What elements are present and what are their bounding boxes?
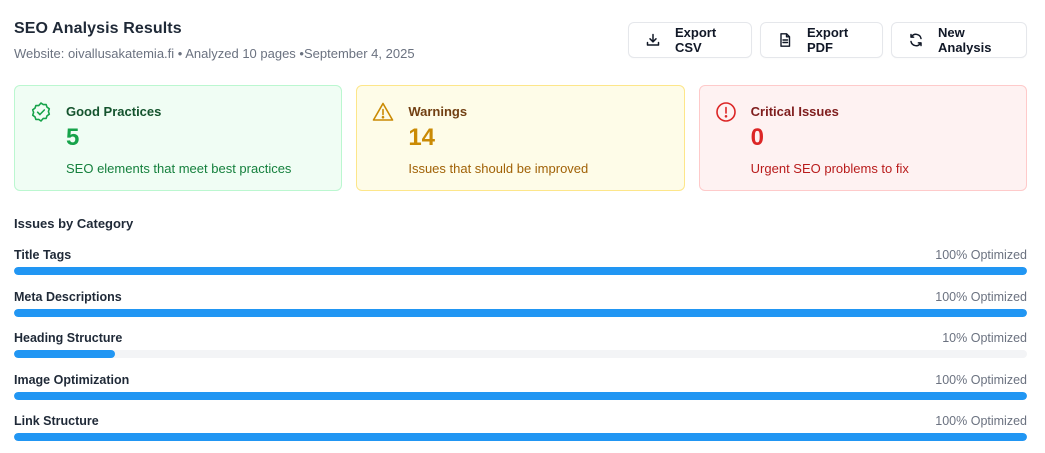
category-item-title-tags: Title Tags 100% Optimized [14, 248, 1027, 290]
warning-triangle-icon [372, 101, 394, 123]
category-status: 10% Optimized [942, 331, 1027, 345]
category-status: 100% Optimized [935, 248, 1027, 262]
export-csv-label: Export CSV [675, 25, 717, 55]
check-badge-icon [30, 101, 52, 123]
summary-cards: Good Practices 5 SEO elements that meet … [14, 85, 1027, 191]
progress-bar [14, 433, 1027, 441]
progress-fill [14, 267, 1027, 275]
category-name: Image Optimization [14, 372, 130, 387]
category-status: 100% Optimized [935, 414, 1027, 428]
export-csv-button[interactable]: Export CSV [628, 22, 752, 58]
card-description: Issues that should be improved [408, 161, 589, 176]
card-value: 14 [408, 124, 436, 151]
progress-fill [14, 308, 1027, 317]
card-label: Critical Issues [750, 104, 839, 119]
document-icon [777, 32, 793, 48]
download-icon [645, 32, 661, 48]
progress-bar [14, 308, 1027, 317]
page-title: SEO Analysis Results [14, 20, 182, 37]
progress-bar [14, 391, 1027, 400]
card-value: 5 [66, 124, 80, 151]
card-label: Good Practices [66, 104, 162, 119]
new-analysis-label: New Analysis [938, 25, 992, 55]
category-name: Link Structure [14, 414, 99, 428]
categories-heading: Issues by Category [14, 216, 134, 231]
category-item-image-optimization: Image Optimization 100% Optimized [14, 373, 1027, 415]
category-list: Title Tags 100% Optimized Meta Descripti… [14, 248, 1027, 453]
page-header: SEO Analysis Results Website: oivallusak… [14, 20, 415, 61]
progress-bar [14, 350, 1027, 358]
progress-fill [14, 391, 1027, 400]
category-name: Heading Structure [14, 331, 123, 345]
action-toolbar: Export CSV Export PDF New Analysis [628, 22, 1027, 58]
alert-circle-icon [715, 101, 737, 123]
warnings-card: Warnings 14 Issues that should be improv… [356, 85, 685, 191]
category-item-heading-structure: Heading Structure 10% Optimized [14, 331, 1027, 373]
category-name: Title Tags [14, 248, 72, 262]
category-item-meta-descriptions: Meta Descriptions 100% Optimized [14, 290, 1027, 332]
card-label: Warnings [408, 104, 468, 119]
export-pdf-label: Export PDF [807, 25, 849, 55]
critical-issues-card: Critical Issues 0 Urgent SEO problems to… [698, 85, 1027, 191]
category-item-link-structure: Link Structure 100% Optimized [14, 414, 1027, 453]
good-practices-card: Good Practices 5 SEO elements that meet … [14, 85, 343, 191]
card-value: 0 [750, 124, 765, 151]
export-pdf-button[interactable]: Export PDF [760, 22, 883, 58]
new-analysis-button[interactable]: New Analysis [891, 22, 1027, 58]
category-name: Meta Descriptions [14, 289, 122, 304]
card-description: SEO elements that meet best practices [66, 161, 292, 176]
category-status: 100% Optimized [935, 289, 1027, 304]
progress-fill [14, 433, 1027, 441]
page-subtitle: Website: oivallusakatemia.fi • Analyzed … [14, 46, 415, 61]
refresh-icon [908, 32, 924, 48]
progress-bar [14, 267, 1027, 275]
category-status: 100% Optimized [935, 372, 1027, 387]
progress-fill [14, 350, 116, 358]
card-description: Urgent SEO problems to fix [750, 161, 909, 176]
